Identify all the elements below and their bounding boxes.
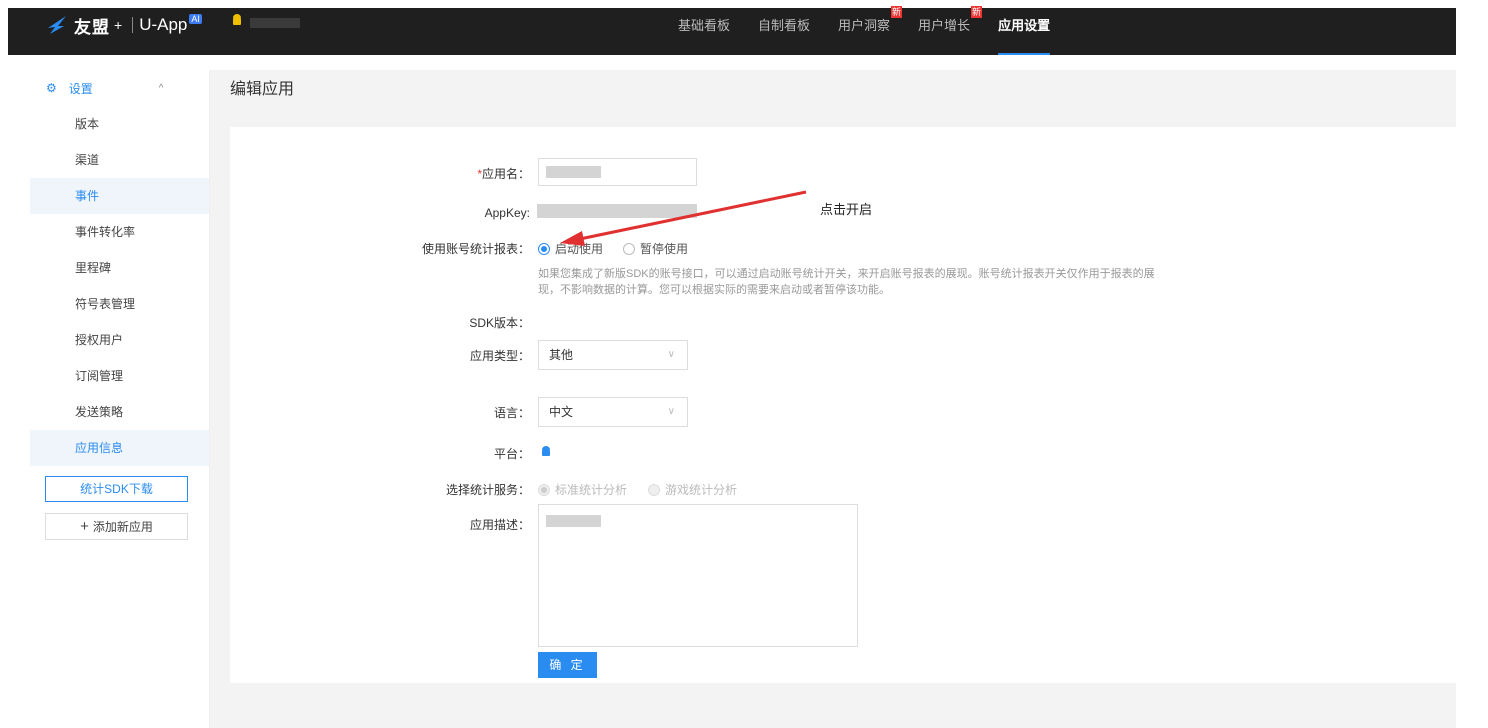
sidebar-section-label: 设置: [68, 81, 93, 96]
appkey-redacted: [537, 204, 697, 218]
sidebar-item-subscription[interactable]: 订阅管理: [30, 358, 209, 394]
brand-divider: [132, 17, 134, 33]
service-label: 选择统计服务：: [445, 483, 530, 497]
page-title: 编辑应用: [230, 81, 295, 98]
bird-logo-icon: [48, 16, 66, 34]
sidebar-item-app-info[interactable]: 应用信息: [30, 430, 209, 466]
language-select[interactable]: 中文 ∨: [538, 397, 688, 427]
brand-name: 友盟: [74, 17, 110, 37]
new-badge: 新: [971, 6, 983, 18]
sidebar-item-authorized-users[interactable]: 授权用户: [30, 322, 209, 358]
logo[interactable]: 友盟 + U-App AI: [46, 10, 202, 40]
ai-badge: AI: [189, 14, 202, 24]
account-stats-label: 使用账号统计报表：: [421, 242, 530, 256]
radio-game-analysis[interactable]: 游戏统计分析: [648, 481, 737, 498]
sidebar-item-version[interactable]: 版本: [30, 106, 209, 142]
top-bar: 友盟 + U-App AI 基础看板 自制看板 用户洞察新 用户增长新 应用设置: [0, 0, 1488, 55]
new-badge: 新: [891, 6, 903, 18]
nav-custom-board[interactable]: 自制看板: [758, 8, 810, 55]
product-name: U-App: [139, 15, 188, 34]
language-label: 语言：: [493, 406, 530, 420]
description-redacted: [546, 515, 601, 527]
description-label: 应用描述：: [469, 518, 530, 532]
radio-disabled-icon: [648, 483, 660, 496]
sidebar-item-event[interactable]: 事件: [30, 178, 209, 214]
app-type-select[interactable]: 其他 ∨: [538, 340, 688, 370]
gear-icon: ⚙: [46, 81, 57, 95]
sdk-version-label: SDK版本：: [469, 316, 530, 330]
radio-disabled-selected-icon: [538, 483, 550, 496]
add-app-button[interactable]: + 添加新应用: [45, 513, 188, 540]
appkey-label: AppKey:: [484, 206, 530, 220]
radio-enable[interactable]: 启动使用: [538, 240, 603, 257]
nav-user-growth[interactable]: 用户增长新: [918, 6, 983, 55]
sidebar-item-event-conversion[interactable]: 事件转化率: [30, 214, 209, 250]
platform-label: 平台：: [493, 447, 530, 461]
sidebar-item-send-strategy[interactable]: 发送策略: [30, 394, 209, 430]
chevron-up-icon: ^: [158, 82, 164, 94]
nav-app-settings[interactable]: 应用设置: [998, 8, 1051, 55]
annotation-text: 点击开启: [820, 202, 873, 217]
sidebar-item-symbol-table[interactable]: 符号表管理: [30, 286, 209, 322]
submit-button[interactable]: 确 定: [538, 652, 597, 678]
chevron-down-icon: ∨: [667, 406, 675, 417]
sidebar-item-milestone[interactable]: 里程碑: [30, 250, 209, 286]
brand-plus: +: [114, 17, 123, 33]
radio-selected-icon: [538, 242, 550, 255]
sidebar-section-settings[interactable]: ⚙ 设置 ^: [30, 70, 209, 106]
nav-user-insight[interactable]: 用户洞察新: [838, 6, 903, 55]
android-icon: [542, 446, 550, 456]
radio-standard-analysis[interactable]: 标准统计分析: [538, 481, 627, 498]
main-nav: 基础看板 自制看板 用户洞察新 用户增长新 应用设置: [678, 6, 1078, 55]
radio-unselected-icon: [623, 242, 635, 255]
chevron-down-icon: ∨: [667, 349, 675, 360]
sidebar-item-channel[interactable]: 渠道: [30, 142, 209, 178]
sdk-download-button[interactable]: 统计SDK下载: [45, 476, 188, 502]
add-app-label: 添加新应用: [92, 520, 153, 534]
app-name-redacted: [546, 166, 601, 178]
account-stats-hint: 如果您集成了新版SDK的账号接口，可以通过启动账号统计开关，来开启账号报表的展现…: [538, 268, 1155, 296]
radio-pause[interactable]: 暂停使用: [623, 240, 688, 257]
app-name-redacted[interactable]: [250, 18, 300, 28]
app-type-label: 应用类型：: [469, 349, 530, 363]
plus-icon: +: [80, 518, 89, 535]
app-name-label: *应用名：: [477, 167, 530, 181]
android-icon[interactable]: [230, 13, 244, 27]
sidebar: ⚙ 设置 ^ 版本 渠道 事件 事件转化率 里程碑 符号表管理 授权用户 订阅管…: [30, 70, 210, 728]
nav-basic-board[interactable]: 基础看板: [678, 8, 730, 55]
